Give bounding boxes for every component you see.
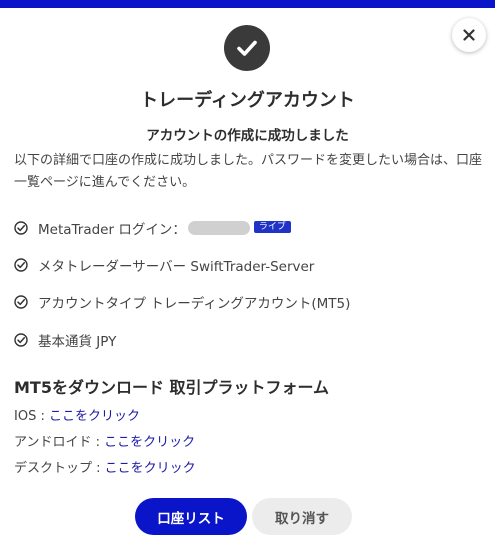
server-text: メタトレーダーサーバー SwiftTrader-Server bbox=[38, 259, 315, 275]
desktop-download-link[interactable]: ここをクリック bbox=[105, 461, 196, 476]
desktop-download-row: デスクトップ : ここをクリック bbox=[14, 457, 196, 476]
login-item: MetaTrader ログイン： ライブ bbox=[14, 218, 291, 238]
check-circle-icon bbox=[14, 295, 28, 309]
cancel-button[interactable]: 取り消す bbox=[252, 498, 352, 535]
account-type-text: アカウントタイプ トレーディングアカウント(MT5) bbox=[38, 296, 351, 312]
currency-item: 基本通貨 JPY bbox=[14, 330, 116, 350]
currency-text: 基本通貨 JPY bbox=[38, 334, 117, 350]
dialog-description: 以下の詳細で口座の作成に成功しました。パスワードを変更したい場合は、口座一覧ペー… bbox=[14, 153, 483, 190]
live-badge: ライブ bbox=[253, 221, 291, 233]
account-type-item: アカウントタイプ トレーディングアカウント(MT5) bbox=[14, 292, 350, 312]
check-circle-icon bbox=[14, 221, 28, 235]
server-item: メタトレーダーサーバー SwiftTrader-Server bbox=[14, 255, 314, 275]
dialog-subtitle: アカウントの作成に成功しました bbox=[146, 128, 349, 144]
close-icon bbox=[463, 29, 475, 41]
android-download-link[interactable]: ここをクリック bbox=[104, 435, 195, 450]
android-label: アンドロイド : bbox=[14, 435, 105, 450]
ios-download-link[interactable]: ここをクリック bbox=[49, 409, 140, 424]
ios-download-row: IOS : ここをクリック bbox=[14, 405, 140, 424]
account-list-button[interactable]: 口座リスト bbox=[135, 498, 247, 535]
close-button[interactable] bbox=[452, 18, 486, 52]
download-title: MT5をダウンロード 取引プラットフォーム bbox=[14, 378, 330, 397]
check-circle-icon bbox=[14, 333, 28, 347]
android-download-row: アンドロイド : ここをクリック bbox=[14, 431, 195, 450]
dialog-title: トレーディングアカウント bbox=[140, 90, 355, 111]
masked-login-number bbox=[187, 221, 250, 235]
desktop-label: デスクトップ : bbox=[14, 461, 105, 476]
checkmark-circle-icon bbox=[224, 25, 270, 71]
ios-label: IOS : bbox=[14, 409, 49, 424]
check-circle-icon bbox=[14, 258, 28, 272]
top-accent-bar bbox=[0, 0, 495, 8]
login-label: MetaTrader ログイン： bbox=[38, 222, 186, 238]
